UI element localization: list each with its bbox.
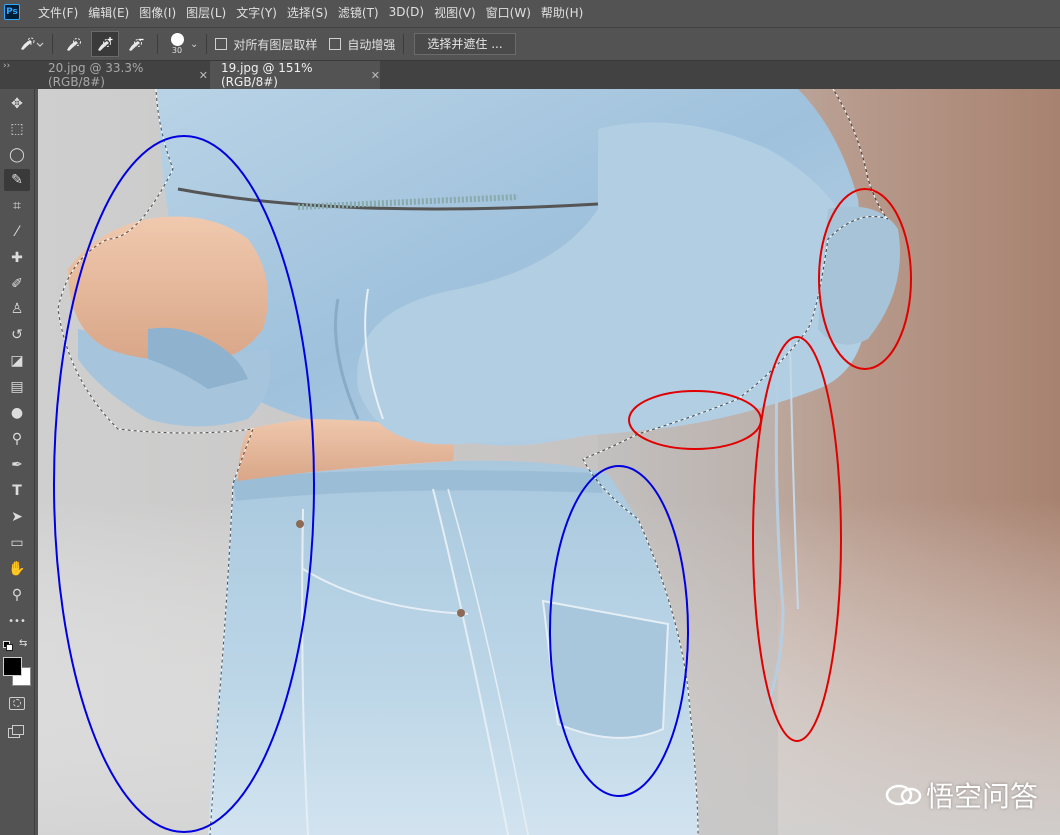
menu-type[interactable]: 文字(Y)	[236, 4, 277, 21]
speech-bubble-icon	[885, 784, 922, 806]
brush-size-picker[interactable]: 30	[166, 32, 188, 56]
new-selection-icon[interactable]	[61, 32, 87, 56]
auto-enhance-label: 自动增强	[347, 37, 396, 52]
separator	[52, 34, 53, 54]
quick-selection-brush-icon	[21, 37, 44, 50]
swap-colors-icon[interactable]: ⇆	[19, 638, 27, 649]
auto-enhance-checkbox[interactable]	[329, 38, 342, 50]
hand-tool-icon[interactable]: ✋	[4, 558, 30, 580]
brush-tip-icon	[170, 32, 184, 46]
healing-brush-tool-icon[interactable]: ✚	[4, 247, 30, 269]
tools-panel: ✥ ⬚ ◯ ✎ ⌗ ⁄ ✚ ✐ ♙ ↺ ◪ ▤ ● ⚲ ✒ T ➤ ▭ ✋ ⚲ …	[0, 89, 35, 835]
menu-image[interactable]: 图像(I)	[139, 4, 176, 21]
subtract-from-selection-icon[interactable]	[123, 32, 149, 56]
marquee-tool-icon[interactable]: ⬚	[4, 118, 30, 140]
menu-3d[interactable]: 3D(D)	[389, 5, 424, 19]
eyedropper-tool-icon[interactable]: ⁄	[4, 221, 30, 243]
foreground-color-swatch[interactable]	[3, 657, 22, 676]
separator	[206, 34, 208, 54]
close-icon[interactable]: ✕	[199, 69, 208, 82]
menu-window[interactable]: 窗口(W)	[486, 4, 531, 21]
default-colors-icon[interactable]	[3, 641, 13, 651]
blur-tool-icon[interactable]: ●	[4, 402, 30, 424]
rectangle-tool-icon[interactable]: ▭	[4, 532, 30, 554]
panel-collapse-icon[interactable]: ››	[3, 61, 10, 71]
crop-tool-icon[interactable]: ⌗	[4, 195, 30, 217]
menu-filter[interactable]: 滤镜(T)	[338, 4, 379, 21]
watermark: 悟空问答	[884, 775, 1038, 815]
watermark-text: 悟空问答	[925, 780, 1038, 813]
menu-help[interactable]: 帮助(H)	[541, 4, 583, 21]
tab-19-jpg[interactable]: 19.jpg @ 151%(RGB/8#) ✕	[210, 61, 380, 89]
separator	[157, 34, 158, 54]
gradient-tool-icon[interactable]: ▤	[4, 376, 30, 398]
quick-mask-icon[interactable]	[9, 697, 25, 710]
menu-bar: Ps 文件(F) 编辑(E) 图像(I) 图层(L) 文字(Y) 选择(S) 滤…	[0, 0, 1060, 24]
menu-view[interactable]: 视图(V)	[434, 4, 476, 21]
select-and-mask-button[interactable]: 选择并遮住 ...	[414, 33, 516, 55]
move-tool-icon[interactable]: ✥	[4, 93, 30, 115]
history-brush-tool-icon[interactable]: ↺	[4, 324, 30, 346]
sample-all-layers-label: 对所有图层取样	[233, 37, 318, 52]
sample-all-layers-checkbox[interactable]	[215, 38, 228, 50]
menu-edit[interactable]: 编辑(E)	[88, 4, 129, 21]
tab-label: 20.jpg @ 33.3%(RGB/8#)	[48, 61, 144, 89]
chevron-down-icon[interactable]: ⌄	[190, 39, 198, 50]
clone-stamp-tool-icon[interactable]: ♙	[4, 298, 30, 320]
path-selection-tool-icon[interactable]: ➤	[4, 506, 30, 528]
photoshop-logo: Ps	[4, 4, 20, 20]
zoom-tool-icon[interactable]: ⚲	[4, 584, 30, 606]
document-tab-bar: ›› 20.jpg @ 33.3%(RGB/8#) ✕ 19.jpg @ 151…	[0, 61, 1060, 89]
tab-20-jpg[interactable]: 20.jpg @ 33.3%(RGB/8#) ✕	[38, 61, 208, 89]
brush-size-value: 30	[171, 45, 183, 55]
menu-layer[interactable]: 图层(L)	[186, 4, 226, 21]
menu-file[interactable]: 文件(F)	[38, 4, 78, 21]
options-bar: 30 ⌄ 对所有图层取样 自动增强 选择并遮住 ...	[0, 27, 1060, 61]
close-icon[interactable]: ✕	[371, 69, 380, 82]
menu-select[interactable]: 选择(S)	[287, 4, 328, 21]
quick-selection-tool-icon[interactable]: ✎	[4, 169, 30, 191]
type-tool-icon[interactable]: T	[4, 480, 30, 502]
screen-mode-icon[interactable]	[8, 725, 24, 738]
separator	[403, 34, 405, 54]
eraser-tool-icon[interactable]: ◪	[4, 350, 30, 372]
document-canvas[interactable]: 悟空问答	[38, 89, 1060, 835]
pen-tool-icon[interactable]: ✒	[4, 454, 30, 476]
brush-tool-icon[interactable]: ✐	[4, 273, 30, 295]
dodge-tool-icon[interactable]: ⚲	[4, 428, 30, 450]
lasso-tool-icon[interactable]: ◯	[4, 144, 30, 166]
add-to-selection-icon[interactable]	[91, 31, 119, 57]
photo-image	[38, 89, 1060, 835]
more-tools-icon[interactable]: •••	[4, 610, 30, 632]
tool-preset-picker[interactable]	[18, 32, 44, 56]
tab-label: 19.jpg @ 151%(RGB/8#)	[221, 61, 313, 89]
